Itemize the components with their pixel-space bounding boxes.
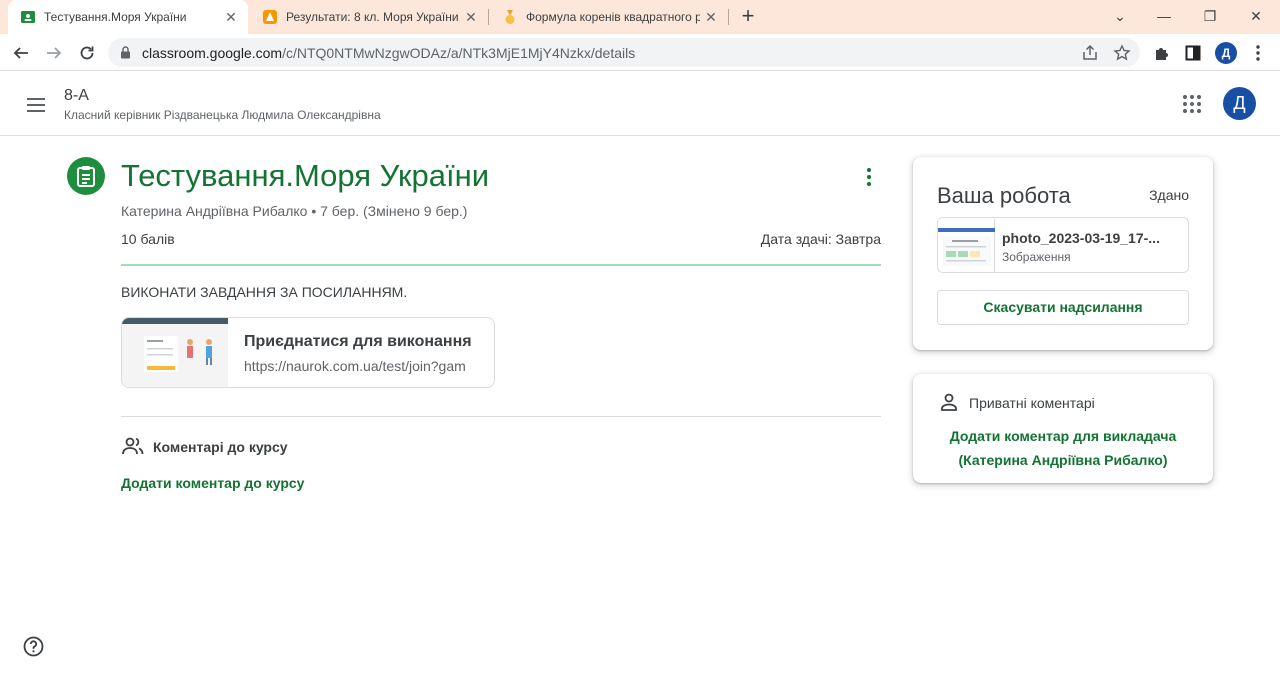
lock-icon [121,46,130,59]
link-thumbnail [122,318,228,387]
hamburger-menu-icon[interactable] [24,93,48,117]
submitted-file-card[interactable]: photo_2023-03-19_17-... Зображення [937,217,1189,273]
classroom-header: 8-А Класний керівник Різдванецька Людмил… [0,72,1280,136]
browser-tab-strip: Тестування.Моря України ✕ Результати: 8 … [0,0,1280,34]
file-preview-image [938,228,995,266]
assignment-meta: Катерина Андріївна Рибалко • 7 бер. (Змі… [121,203,468,219]
divider [121,416,881,417]
url-domain: classroom.google.com [142,45,283,61]
add-private-comment-link[interactable]: Додати коментар для викладача (Катерина … [913,424,1213,472]
add-private-comment-line2: (Катерина Андріївна Рибалко) [958,452,1168,468]
tab-title: Тестування.Моря України [44,10,187,24]
clipboard-icon [77,166,95,187]
link-preview-image [122,318,228,387]
side-panel-button[interactable] [1180,40,1206,66]
medal-favicon-icon [505,10,515,24]
submission-status: Здано [1149,187,1189,203]
reload-button[interactable] [74,40,100,66]
restore-button[interactable]: ❐ [1187,0,1233,34]
link-url: https://naurok.com.ua/test/join?gam [244,358,466,374]
add-class-comment-link[interactable]: Додати коментар до курсу [121,475,304,491]
google-apps-icon[interactable] [1180,92,1204,116]
add-private-comment-line1: Додати коментар для викладача [949,428,1177,444]
attachment-link-card[interactable]: Приєднатися для виконання https://naurok… [121,317,495,388]
bookmark-star-icon[interactable] [1113,44,1131,62]
person-icon [941,393,957,411]
extensions-button[interactable] [1149,40,1175,66]
private-comments-heading: Приватні коментарі [969,395,1095,411]
assignment-title: Тестування.Моря України [121,158,490,193]
class-comments-heading: Коментарі до курсу [153,439,288,455]
naurok-favicon-icon [263,10,277,24]
account-avatar[interactable]: Д [1223,87,1256,120]
url-path: /c/NTQ0NTMwNzgwODAz/a/NTk3MjE1MjY4Nzkx/d… [282,45,636,61]
file-name: photo_2023-03-19_17-... [1002,230,1160,246]
vertical-dots-icon [1256,45,1260,61]
browser-menu-button[interactable] [1245,40,1271,66]
help-icon[interactable] [23,636,44,657]
browser-profile-avatar[interactable]: Д [1215,42,1237,64]
tab-title: Формула коренів квадратного р [526,10,700,24]
people-icon [122,437,144,455]
forward-button[interactable] [41,40,67,66]
minimize-button[interactable]: — [1141,0,1187,34]
address-bar[interactable]: classroom.google.com/c/NTQ0NTMwNzgwODAz/… [108,38,1140,67]
reload-icon [80,46,94,60]
assignment-instructions: ВИКОНАТИ ЗАВДАННЯ ЗА ПОСИЛАННЯМ. [121,284,408,300]
side-panel-icon [1185,45,1201,61]
forward-arrow-icon [47,47,62,59]
browser-toolbar: classroom.google.com/c/NTQ0NTMwNzgwODAz/… [0,34,1280,71]
assignment-points: 10 балів [121,231,175,247]
more-options-icon[interactable] [858,165,880,189]
link-title: Приєднатися для виконання [244,333,472,350]
tab-classroom[interactable]: Тестування.Моря України ✕ [8,0,248,34]
share-icon[interactable] [1081,44,1099,62]
close-tab-icon[interactable]: ✕ [460,9,482,26]
assignment-icon [67,157,105,195]
classroom-favicon-icon [21,11,35,23]
tab-search-icon[interactable]: ⌄ [1097,0,1143,34]
url-text: classroom.google.com/c/NTQ0NTMwNzgwODAz/… [142,45,635,61]
puzzle-icon [1156,48,1168,60]
tab-title: Результати: 8 кл. Моря України [286,10,459,24]
file-thumbnail [938,218,995,272]
tab-formula[interactable]: Формула коренів квадратного р ✕ [490,0,728,34]
tab-separator [488,9,489,25]
your-work-title: Ваша робота [937,183,1071,208]
class-subtitle: Класний керівник Різдванецька Людмила Ол… [64,108,381,122]
tab-separator [728,9,729,25]
close-tab-icon[interactable]: ✕ [700,9,722,26]
back-arrow-icon [13,47,28,59]
your-work-card: Ваша робота Здано photo_2023-03-19_17-..… [913,157,1213,350]
close-tab-icon[interactable]: ✕ [220,9,242,26]
back-button[interactable] [8,40,34,66]
class-name[interactable]: 8-А [64,87,89,105]
tab-results[interactable]: Результати: 8 кл. Моря України ✕ [250,0,488,34]
divider [121,264,881,266]
private-comments-card: Приватні коментарі Додати коментар для в… [913,374,1213,483]
file-type: Зображення [1002,250,1071,264]
unsubmit-button[interactable]: Скасувати надсилання [937,290,1189,325]
close-window-button[interactable]: ✕ [1233,0,1279,34]
new-tab-button[interactable]: + [736,5,760,29]
assignment-due-date: Дата здачі: Завтра [760,231,881,247]
